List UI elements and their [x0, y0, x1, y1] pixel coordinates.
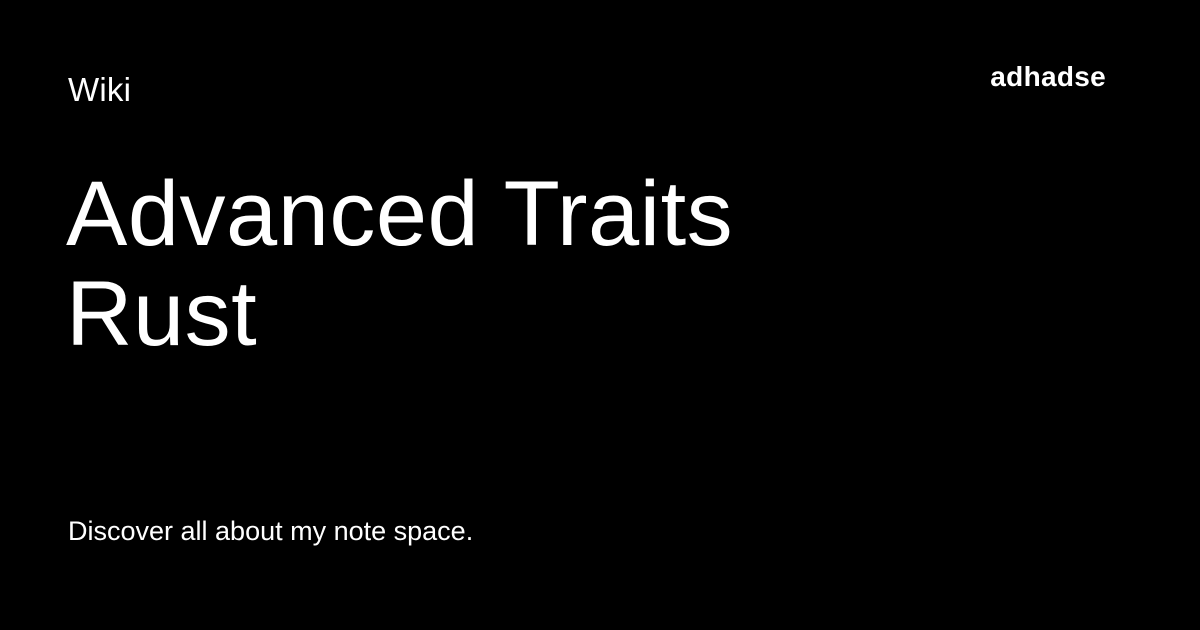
- tagline: Discover all about my note space.: [68, 516, 474, 546]
- site-brand: adhadse: [990, 61, 1106, 92]
- page-title-line-2: Rust: [66, 263, 258, 365]
- og-card: Wiki adhadse Advanced Traits Rust Discov…: [0, 0, 1200, 630]
- page-title: Advanced Traits Rust: [66, 164, 966, 364]
- page-title-line-1: Advanced Traits: [66, 163, 734, 265]
- section-label: Wiki: [68, 71, 132, 108]
